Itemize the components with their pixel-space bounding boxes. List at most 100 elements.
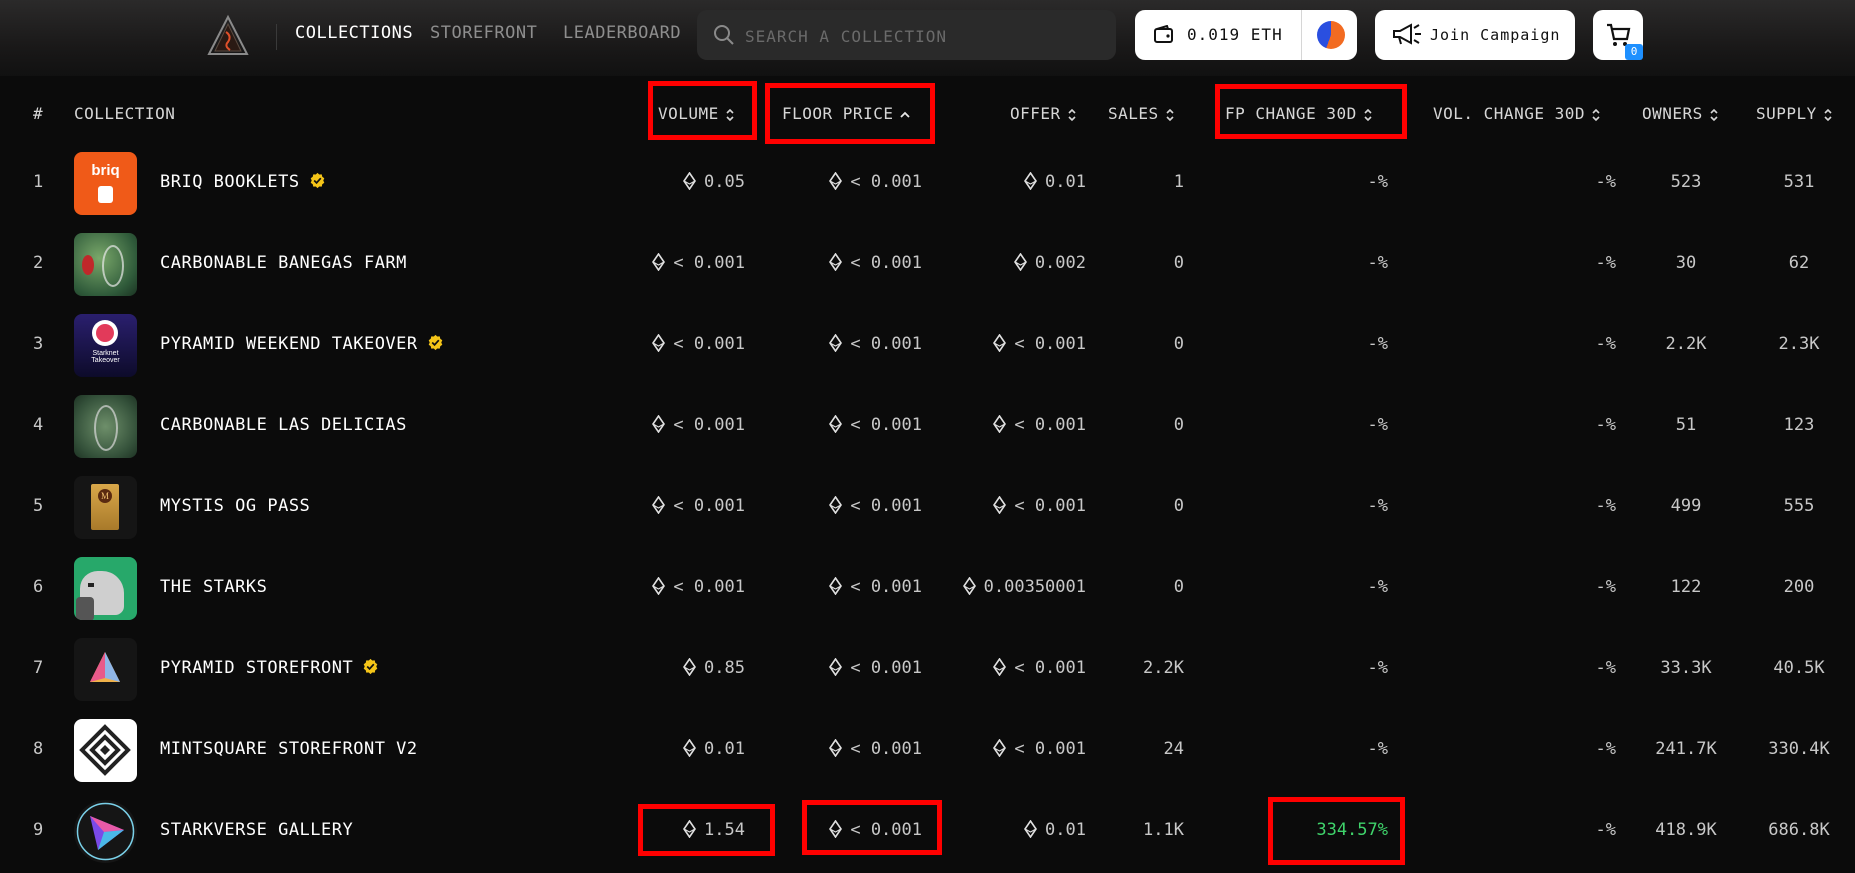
cell-volume-value: 1.54 <box>704 820 745 840</box>
logo-icon[interactable] <box>206 14 250 58</box>
table-row[interactable]: 3 Starknet Takeover Pyramid Weekend Takeov… <box>0 304 1855 385</box>
cell-volume-value: < 0.001 <box>673 496 745 516</box>
collection-thumbnail[interactable] <box>74 395 137 458</box>
collection-thumbnail[interactable]: briq <box>74 152 137 215</box>
collection-thumbnail[interactable] <box>74 557 137 620</box>
eth-icon <box>652 334 666 352</box>
collection-thumbnail[interactable] <box>74 638 137 701</box>
table-row[interactable]: 2 Carbonable Banegas Farm < 0.001 < 0.001 0.… <box>0 223 1855 304</box>
nav-leaderboard[interactable]: Leaderboard <box>563 23 681 43</box>
cell-sales-value: 0 <box>1173 253 1184 273</box>
collection-thumbnail[interactable]: Starknet Takeover <box>74 314 137 377</box>
collection-name-text: Mintsquare Storefront V2 <box>160 739 418 759</box>
cell-floor-price: < 0.001 <box>829 172 922 192</box>
collection-name[interactable]: Starkverse Gallery <box>160 820 353 840</box>
cell-owners-value: 30 <box>1675 253 1697 273</box>
cell-supply-value: 40.5K <box>1773 658 1825 678</box>
column-header-vol-change[interactable]: Vol. Change 30D <box>1433 104 1601 123</box>
table-row[interactable]: 7 Pyramid Storefront 0.85 < 0.001 < 0.001 2.2… <box>0 628 1855 709</box>
search-input[interactable] <box>743 22 1097 50</box>
cell-supply: 555 <box>1719 496 1855 516</box>
cell-sales: 0 <box>1174 415 1184 435</box>
sort-ascending-icon <box>900 111 911 118</box>
eth-icon <box>1024 172 1038 190</box>
cell-supply-value: 686.8K <box>1768 820 1830 840</box>
column-header-offer[interactable]: Offer <box>1010 104 1077 123</box>
cell-floor-price-value: < 0.001 <box>850 415 922 435</box>
eth-icon <box>1024 820 1038 838</box>
cell-supply: 40.5K <box>1719 658 1855 678</box>
eth-icon <box>652 253 666 271</box>
cell-supply: 531 <box>1719 172 1855 192</box>
cell-offer: < 0.001 <box>993 496 1086 516</box>
column-header-volume-label: Volume <box>658 104 719 123</box>
cell-offer: < 0.001 <box>993 658 1086 678</box>
verified-badge-icon <box>310 172 324 189</box>
collection-name[interactable]: The Starks <box>160 577 267 597</box>
table-row[interactable]: 5 M Mystis OG Pass < 0.001 < 0.001 < 0.001 0 -%… <box>0 466 1855 547</box>
table-row[interactable]: 4 Carbonable Las Delicias < 0.001 < 0.001 < … <box>0 385 1855 466</box>
column-header-volume[interactable]: Volume <box>658 104 735 123</box>
collection-name-text: The Starks <box>160 577 268 597</box>
eth-icon <box>652 577 666 595</box>
table-row[interactable]: 8 Mintsquare Storefront V2 0.01 < 0.001 < 0.… <box>0 709 1855 790</box>
collection-name[interactable]: Pyramid Weekend Takeover <box>160 334 444 354</box>
collection-thumbnail[interactable] <box>74 233 137 296</box>
cell-supply: 123 <box>1719 415 1855 435</box>
account-avatar[interactable] <box>1317 21 1345 49</box>
wallet-balance: 0.019 ETH <box>1187 25 1283 44</box>
cell-floor-price: < 0.001 <box>829 253 922 273</box>
collection-thumbnail[interactable] <box>74 800 137 863</box>
eth-icon <box>829 334 843 352</box>
cell-offer-value: 0.01 <box>1045 172 1086 192</box>
cell-volume: 0.85 <box>683 658 745 678</box>
eth-icon <box>683 172 697 190</box>
table-row[interactable]: 6 The Starks < 0.001 < 0.001 0.00350001 0 -% -%… <box>0 547 1855 628</box>
column-header-owners[interactable]: Owners <box>1642 104 1719 123</box>
collection-thumbnail[interactable] <box>74 719 137 782</box>
column-header-fp-change[interactable]: FP Change 30D <box>1225 104 1373 123</box>
collection-name[interactable]: Mystis OG Pass <box>160 496 310 516</box>
collection-name-text: briq Booklets <box>160 172 300 192</box>
cell-owners-value: 418.9K <box>1655 820 1717 840</box>
table-row[interactable]: 1 briq briq Booklets 0.05 < 0.001 0.01 1 -% -% 52… <box>0 142 1855 223</box>
cell-sales: 0 <box>1174 577 1184 597</box>
column-header-supply-label: Supply <box>1756 104 1817 123</box>
cell-supply-value: 62 <box>1788 253 1810 273</box>
table-row[interactable]: 9 Starkverse Gallery 1.54 < 0.001 0.01 1.1K 33… <box>0 790 1855 871</box>
eth-icon <box>652 415 666 433</box>
nav-storefront[interactable]: Storefront <box>430 23 537 43</box>
column-header-sales[interactable]: Sales <box>1108 104 1175 123</box>
sort-chevron-icon <box>1592 108 1600 121</box>
collection-name[interactable]: Pyramid Storefront <box>160 658 379 678</box>
row-rank: 1 <box>33 172 44 192</box>
column-header-floor-price[interactable]: Floor Price <box>782 104 911 123</box>
collection-thumbnail[interactable]: M <box>74 476 137 539</box>
row-rank: 8 <box>33 739 44 759</box>
megaphone-icon <box>1393 23 1421 45</box>
cell-sales-value: 24 <box>1163 739 1184 759</box>
cell-fp-change: -% <box>1368 334 1388 354</box>
collection-name[interactable]: Mintsquare Storefront V2 <box>160 739 418 759</box>
collection-name[interactable]: briq Booklets <box>160 172 326 192</box>
cell-fp-change: -% <box>1368 415 1388 435</box>
cell-sales-value: 1.1K <box>1143 820 1184 840</box>
eth-icon <box>1013 253 1027 271</box>
search-bar[interactable] <box>697 10 1116 60</box>
cell-owners-value: 122 <box>1670 577 1702 597</box>
wallet-button[interactable]: 0.019 ETH <box>1135 10 1357 60</box>
nav-collections[interactable]: Collections <box>295 23 413 43</box>
cell-floor-price-value: < 0.001 <box>850 496 922 516</box>
cell-sales-value: 0 <box>1173 496 1184 516</box>
collection-name[interactable]: Carbonable Banegas Farm <box>160 253 407 273</box>
cell-fp-change-value: -% <box>1367 172 1388 192</box>
join-campaign-button[interactable]: Join Campaign <box>1375 10 1575 60</box>
cell-supply-value: 531 <box>1783 172 1815 192</box>
eth-icon <box>829 172 843 190</box>
cart-button[interactable]: 0 <box>1593 10 1643 60</box>
collection-name-text: Carbonable Banegas Farm <box>160 253 407 273</box>
cell-volume-value: < 0.001 <box>673 577 745 597</box>
collection-name[interactable]: Carbonable Las Delicias <box>160 415 407 435</box>
column-header-supply[interactable]: Supply <box>1756 104 1833 123</box>
cell-floor-price-value: < 0.001 <box>850 739 922 759</box>
